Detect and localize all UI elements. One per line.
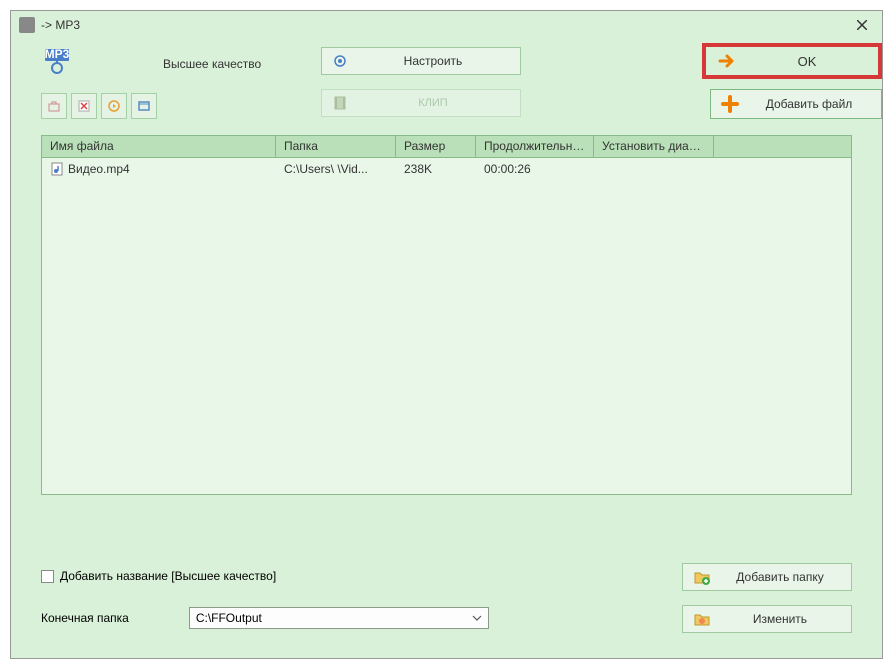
- folder-add-icon: [693, 568, 711, 586]
- td-setrange: [594, 166, 714, 172]
- view-button[interactable]: [131, 93, 157, 119]
- dest-folder-combo[interactable]: C:\FFOutput: [189, 607, 489, 629]
- dest-folder-value: C:\FFOutput: [196, 611, 262, 625]
- ok-button[interactable]: OK: [702, 43, 882, 79]
- chevron-down-icon: [472, 615, 482, 621]
- th-filename[interactable]: Имя файла: [42, 136, 276, 157]
- configure-button[interactable]: Настроить: [321, 47, 521, 75]
- svg-text:MP3: MP3: [45, 47, 70, 61]
- add-folder-button[interactable]: Добавить папку: [682, 563, 852, 591]
- small-toolbar: [41, 93, 157, 119]
- dest-row: Конечная папка C:\FFOutput: [41, 607, 489, 629]
- close-icon: [857, 20, 867, 30]
- th-setrange[interactable]: Установить диапа…: [594, 136, 714, 157]
- th-duration[interactable]: Продолжительность: [476, 136, 594, 157]
- ok-label: OK: [748, 54, 866, 69]
- film-icon: [332, 95, 348, 111]
- th-size[interactable]: Размер: [396, 136, 476, 157]
- quality-label: Высшее качество: [163, 57, 261, 71]
- delete-icon: [77, 99, 91, 113]
- app-icon: [19, 17, 35, 33]
- add-file-label: Добавить файл: [747, 97, 871, 111]
- add-folder-label: Добавить папку: [719, 570, 841, 584]
- plus-icon: [721, 95, 739, 113]
- change-folder-label: Изменить: [719, 612, 841, 626]
- file-table: Имя файла Папка Размер Продолжительность…: [41, 135, 852, 495]
- titlebar: -> MP3: [11, 11, 882, 39]
- folder-edit-icon: [693, 610, 711, 628]
- clip-label: КЛИП: [356, 97, 510, 109]
- window-icon: [137, 99, 151, 113]
- window-title: -> MP3: [41, 18, 850, 32]
- add-title-checkbox-row[interactable]: Добавить название [Высшее качество]: [41, 569, 276, 583]
- td-folder: C:\Users\ \Vid...: [276, 159, 396, 179]
- change-folder-button[interactable]: Изменить: [682, 605, 852, 633]
- td-filename: Видео.mp4: [42, 159, 276, 179]
- clip-button[interactable]: КЛИП: [321, 89, 521, 117]
- gear-icon: [332, 53, 348, 69]
- main-window: -> MP3 MP3 Высшее качество Настроить OK …: [10, 10, 883, 659]
- media-file-icon: [50, 162, 64, 176]
- th-spacer: [714, 136, 851, 157]
- play-icon: [107, 99, 121, 113]
- td-spacer: [714, 166, 851, 172]
- table-header: Имя файла Папка Размер Продолжительность…: [42, 136, 851, 158]
- add-title-label: Добавить название [Высшее качество]: [60, 569, 276, 583]
- mp3-format-icon: MP3: [43, 47, 71, 75]
- add-title-checkbox[interactable]: [41, 570, 54, 583]
- play-button[interactable]: [101, 93, 127, 119]
- td-duration: 00:00:26: [476, 159, 594, 179]
- table-row[interactable]: Видео.mp4 C:\Users\ \Vid... 238K 00:00:2…: [42, 158, 851, 180]
- add-file-button[interactable]: Добавить файл: [710, 89, 882, 119]
- open-button[interactable]: [41, 93, 67, 119]
- td-size: 238K: [396, 159, 476, 179]
- configure-label: Настроить: [356, 54, 510, 68]
- delete-button[interactable]: [71, 93, 97, 119]
- dest-folder-label: Конечная папка: [41, 611, 129, 625]
- top-toolbar: MP3 Высшее качество Настроить OK КЛИП До…: [11, 39, 882, 129]
- bottom-panel: Добавить название [Высшее качество] Доба…: [41, 569, 852, 644]
- filename-text: Видео.mp4: [68, 162, 130, 176]
- th-folder[interactable]: Папка: [276, 136, 396, 157]
- arrow-right-icon: [718, 52, 736, 70]
- open-icon: [47, 99, 61, 113]
- close-button[interactable]: [850, 13, 874, 37]
